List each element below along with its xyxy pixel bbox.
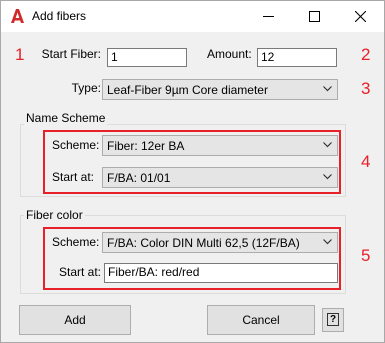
fiber-color-title: Fiber color [24, 208, 85, 222]
maximize-icon [309, 11, 320, 22]
start-fiber-input[interactable]: 1 [107, 48, 187, 67]
close-button[interactable] [338, 1, 384, 32]
name-start-at-label: Start at: [52, 170, 95, 184]
chevron-down-icon [323, 239, 332, 245]
start-fiber-label: Start Fiber: [41, 47, 101, 61]
help-button[interactable]: ? [322, 308, 344, 332]
color-start-at-input[interactable]: Fiber/BA: red/red [104, 263, 338, 283]
name-scheme-dropdown[interactable]: Fiber: 12er BA [102, 135, 338, 156]
annotation-2: 2 [361, 45, 371, 64]
color-scheme-dropdown[interactable]: F/BA: Color DIN Multi 62,5 (12F/BA) [102, 232, 338, 253]
autocad-a-icon [11, 9, 24, 23]
chevron-down-icon [323, 142, 332, 148]
title-bar: Add fibers [1, 1, 384, 32]
annotation-3: 3 [361, 79, 371, 98]
color-scheme-label: Scheme: [52, 235, 100, 249]
name-start-at-value: F/BA: 01/01 [107, 171, 171, 185]
type-label: Type: [71, 81, 101, 95]
color-start-at-label: Start at: [59, 265, 102, 279]
name-scheme-value: Fiber: 12er BA [107, 139, 185, 153]
maximize-button[interactable] [292, 1, 338, 32]
minimize-button[interactable] [246, 1, 292, 32]
annotation-1: 1 [15, 45, 25, 64]
minimize-icon [263, 16, 274, 17]
annotation-4: 4 [361, 152, 371, 171]
name-scheme-title: Name Scheme [24, 111, 108, 125]
name-scheme-label: Scheme: [52, 138, 100, 152]
add-fibers-dialog: Add fibers 1 Start Fiber: 1 Amount: 12 2… [0, 0, 385, 343]
close-icon [355, 11, 366, 22]
type-value: Leaf-Fiber 9µm Core diameter [107, 83, 268, 97]
chevron-down-icon [323, 86, 332, 92]
add-button[interactable]: Add [19, 305, 131, 335]
type-dropdown[interactable]: Leaf-Fiber 9µm Core diameter [102, 79, 338, 100]
annotation-5: 5 [361, 246, 371, 265]
window-title: Add fibers [32, 9, 87, 23]
cancel-button[interactable]: Cancel [207, 305, 315, 335]
help-icon: ? [327, 313, 339, 326]
name-start-at-dropdown[interactable]: F/BA: 01/01 [102, 167, 338, 188]
amount-input[interactable]: 12 [257, 48, 337, 67]
chevron-down-icon [323, 174, 332, 180]
color-scheme-value: F/BA: Color DIN Multi 62,5 (12F/BA) [107, 236, 300, 250]
amount-label: Amount: [207, 47, 252, 61]
